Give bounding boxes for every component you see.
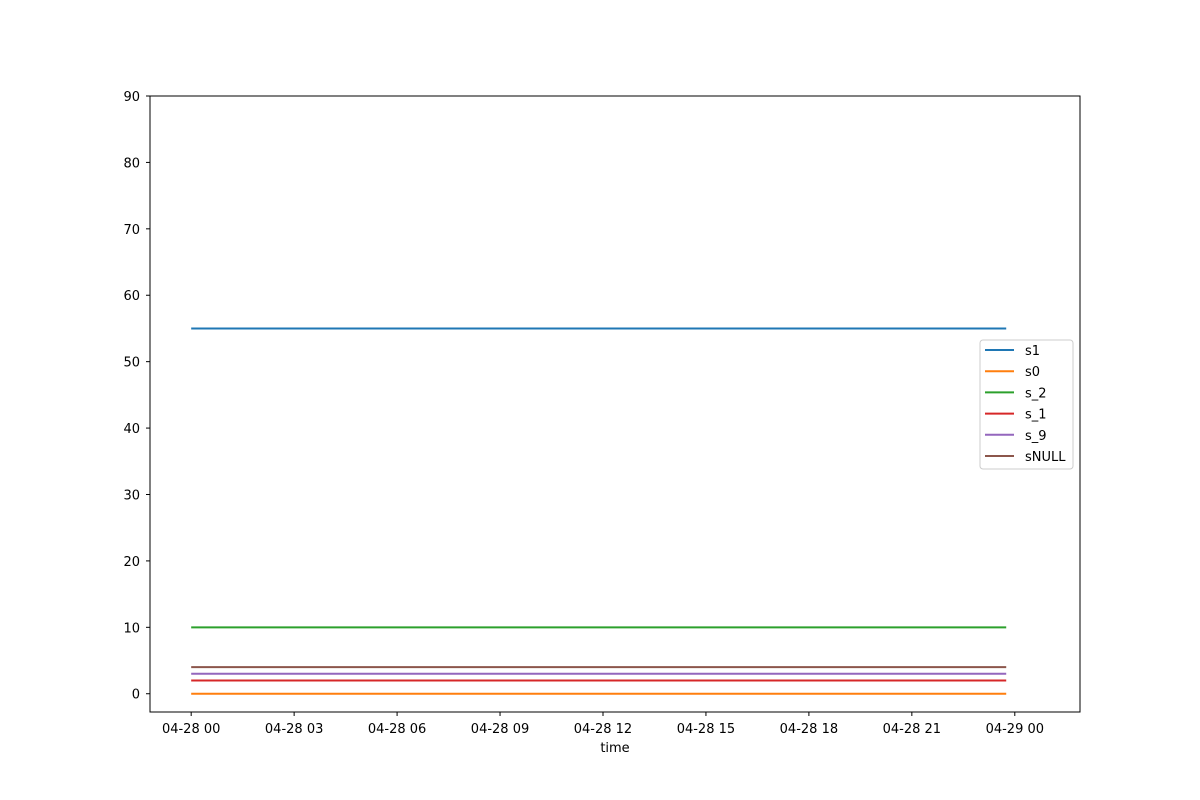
y-tick-label: 70	[123, 223, 140, 238]
legend-label: s1	[1025, 344, 1040, 359]
plot-area	[150, 96, 1080, 712]
x-tick-label: 04-28 18	[780, 722, 838, 737]
y-tick-label: 20	[123, 555, 140, 570]
y-tick-label: 90	[123, 90, 140, 105]
x-tick-label: 04-28 09	[471, 722, 529, 737]
x-axis-label: time	[600, 741, 629, 756]
legend-label: s0	[1025, 365, 1040, 380]
x-tick-label: 04-28 06	[368, 722, 426, 737]
y-tick-label: 60	[123, 289, 140, 304]
line-chart: 04-28 00 04-28 03 04-28 06 04-28 09 04-28 12…	[0, 0, 1200, 800]
x-tick-label: 04-28 21	[883, 722, 941, 737]
y-tick-label: 50	[123, 356, 140, 371]
y-tick-label: 30	[123, 488, 140, 503]
legend-label: s_9	[1025, 429, 1047, 444]
y-tick-label: 0	[132, 688, 140, 703]
legend-label: s_1	[1025, 408, 1047, 423]
legend-label: sNULL	[1025, 450, 1066, 465]
legend: s1 s0 s_2 s_1 s_9 sNULL	[979, 339, 1074, 470]
y-tick-label: 80	[123, 156, 140, 171]
y-tick-label: 10	[123, 621, 140, 636]
y-tick-label: 40	[123, 422, 140, 437]
x-tick-label: 04-29 00	[986, 722, 1044, 737]
x-tick-label: 04-28 00	[162, 722, 220, 737]
x-tick-label: 04-28 03	[265, 722, 323, 737]
legend-label: s_2	[1025, 386, 1047, 401]
x-tick-label: 04-28 15	[677, 722, 735, 737]
x-tick-label: 04-28 12	[574, 722, 632, 737]
